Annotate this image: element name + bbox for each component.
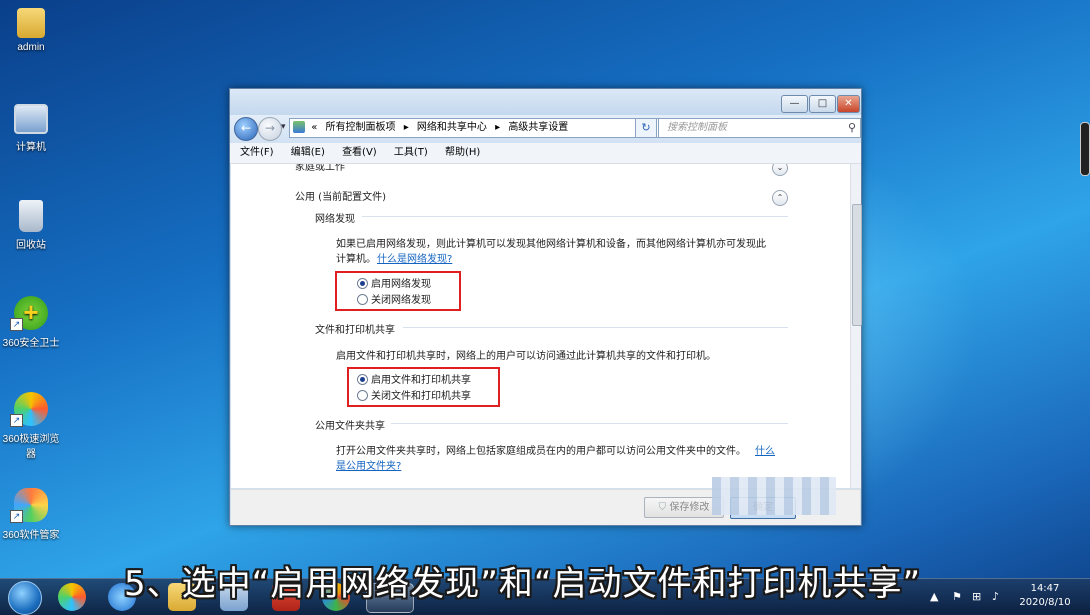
- search-input[interactable]: 搜索控制面板 ⚲: [658, 118, 861, 138]
- network-discovery-help-link[interactable]: 什么是网络发现?: [377, 250, 452, 265]
- clock-time: 14:47: [1030, 583, 1060, 594]
- option-enable-file-printer-sharing[interactable]: 启用文件和打印机共享: [371, 371, 471, 386]
- desktop-icon-360-security[interactable]: + ↗ 360安全卫士: [0, 296, 66, 349]
- file-printer-sharing-desc: 启用文件和打印机共享时，网络上的用户可以访问通过此计算机共享的文件和打印机。: [336, 351, 716, 362]
- radio-enable-network-discovery[interactable]: [357, 278, 368, 289]
- option-enable-network-discovery[interactable]: 启用网络发现: [371, 275, 431, 290]
- start-button[interactable]: [8, 581, 42, 615]
- public-folder-sharing-desc: 打开公用文件夹共享时，网络上包括家庭组成员在内的用户都可以访问公用文件夹中的文件…: [336, 446, 746, 457]
- breadcrumb-overflow[interactable]: «: [311, 122, 317, 133]
- window-titlebar[interactable]: [230, 89, 861, 115]
- save-changes-label: 保存修改: [669, 502, 710, 513]
- shortcut-arrow-icon: ↗: [10, 414, 23, 427]
- divider: [403, 327, 788, 328]
- option-disable-file-printer-sharing[interactable]: 关闭文件和打印机共享: [371, 387, 471, 402]
- search-placeholder: 搜索控制面板: [667, 122, 727, 133]
- maximize-button[interactable]: □: [809, 95, 836, 113]
- computer-icon: [14, 104, 48, 134]
- network-discovery-desc: 如果已启用网络发现，则此计算机可以发现其他网络计算机和设备，而其他网络计算机亦可…: [336, 239, 766, 250]
- control-panel-icon: [293, 121, 305, 133]
- forward-button[interactable]: →: [258, 117, 282, 141]
- menu-tools[interactable]: 工具(T): [394, 147, 428, 158]
- settings-content: 家庭或工作 ⌄ 公用 (当前配置文件) ⌃ 网络发现 如果已启用网络发现，则此计…: [231, 164, 850, 488]
- menu-edit[interactable]: 编辑(E): [291, 147, 325, 158]
- radio-enable-file-printer-sharing[interactable]: [357, 374, 368, 385]
- desktop-icon-360-software-manager[interactable]: ↗ 360软件管家: [0, 488, 66, 541]
- vertical-scrollbar[interactable]: [850, 164, 862, 488]
- refresh-button[interactable]: ↻: [635, 118, 657, 138]
- public-folder-help-link[interactable]: 什么: [755, 442, 775, 457]
- menu-view[interactable]: 查看(V): [342, 147, 377, 158]
- desktop-icon-label: 360安全卫士: [2, 338, 60, 349]
- shortcut-arrow-icon: ↗: [10, 318, 23, 331]
- mosaic-blur: [712, 477, 836, 515]
- menu-file[interactable]: 文件(F): [240, 147, 274, 158]
- network-discovery-desc-2: 计算机。: [336, 254, 376, 265]
- menu-help[interactable]: 帮助(H): [445, 147, 480, 158]
- desktop-icon-admin[interactable]: admin: [0, 8, 66, 53]
- recent-pages-dropdown[interactable]: ▾: [281, 122, 286, 132]
- network-icon[interactable]: ⊞: [972, 590, 981, 603]
- chevron-up-icon[interactable]: ⌃: [772, 190, 788, 206]
- page-scroll-indicator: [1080, 122, 1090, 176]
- minimize-button[interactable]: —: [781, 95, 808, 113]
- tutorial-caption: 5、选中“启用网络发现”和“启动文件和打印机共享”: [124, 564, 922, 604]
- desktop-icon-computer[interactable]: 计算机: [0, 104, 66, 153]
- desktop-icon-recycle-bin[interactable]: 回收站: [0, 200, 66, 251]
- folder-icon: [17, 8, 45, 38]
- desktop-icon-label: 360软件管家: [2, 530, 60, 541]
- radio-disable-file-printer-sharing[interactable]: [357, 390, 368, 401]
- public-folder-help-link-2[interactable]: 是公用文件夹?: [336, 457, 401, 472]
- network-discovery-heading: 网络发现: [315, 214, 355, 225]
- desktop-icon-label: admin: [17, 42, 45, 53]
- breadcrumb-network-sharing-center[interactable]: 网络和共享中心: [417, 122, 487, 133]
- clock-date: 2020/8/10: [1019, 597, 1071, 608]
- shield-icon: ⛉: [658, 502, 667, 513]
- breadcrumb-separator[interactable]: ▸: [495, 122, 500, 133]
- desktop-icon-label: 回收站: [16, 240, 46, 251]
- file-printer-sharing-heading: 文件和打印机共享: [315, 325, 395, 336]
- address-bar[interactable]: « 所有控制面板项 ▸ 网络和共享中心 ▸ 高级共享设置 ▾: [289, 118, 684, 138]
- menu-bar: 文件(F) 编辑(E) 查看(V) 工具(T) 帮助(H): [230, 143, 861, 164]
- desktop-icon-360-browser[interactable]: ↗ 360极速浏览器: [0, 392, 66, 460]
- action-center-flag-icon[interactable]: ⚑: [952, 590, 962, 603]
- breadcrumb-all-control-panel-items[interactable]: 所有控制面板项: [326, 122, 396, 133]
- back-button[interactable]: ←: [234, 117, 258, 141]
- 360-taskbar-icon[interactable]: [58, 583, 86, 611]
- section-home-work[interactable]: 家庭或工作: [295, 164, 345, 173]
- chevron-down-icon[interactable]: ⌄: [772, 164, 788, 176]
- divider: [391, 423, 788, 424]
- desktop-icon-label: 计算机: [16, 142, 46, 153]
- divider: [362, 216, 788, 217]
- radio-disable-network-discovery[interactable]: [357, 294, 368, 305]
- shortcut-arrow-icon: ↗: [10, 510, 23, 523]
- close-button[interactable]: ✕: [837, 95, 860, 113]
- breadcrumb-advanced-sharing-settings[interactable]: 高级共享设置: [508, 122, 568, 133]
- tray-expand-icon[interactable]: ▲: [930, 590, 938, 603]
- system-clock[interactable]: 14:47 2020/8/10: [1010, 582, 1080, 610]
- scrollbar-thumb[interactable]: [852, 204, 862, 326]
- advanced-sharing-settings-window: — □ ✕ ← → ▾ « 所有控制面板项 ▸ 网络和共享中心 ▸ 高级共享设置…: [229, 88, 862, 526]
- section-public[interactable]: 公用 (当前配置文件): [295, 188, 386, 203]
- option-disable-network-discovery[interactable]: 关闭网络发现: [371, 291, 431, 306]
- volume-icon[interactable]: ♪: [992, 590, 999, 603]
- search-icon: ⚲: [847, 121, 856, 134]
- public-folder-sharing-heading: 公用文件夹共享: [315, 421, 385, 432]
- breadcrumb-separator[interactable]: ▸: [404, 122, 409, 133]
- desktop-icon-label: 360极速浏览器: [2, 434, 60, 460]
- recycle-bin-icon: [19, 200, 43, 232]
